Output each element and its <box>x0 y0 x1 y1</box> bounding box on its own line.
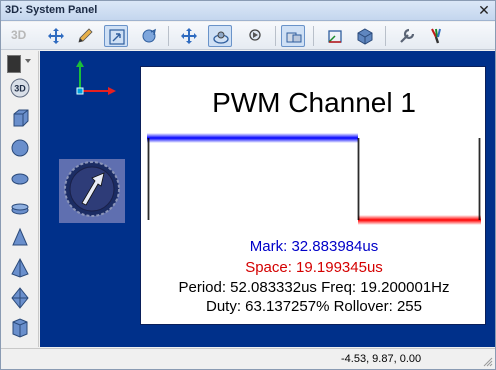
resize-icon <box>109 29 125 45</box>
pyramid-shape-button[interactable] <box>9 257 31 279</box>
move-icon <box>48 28 64 44</box>
toolbar-separator <box>275 26 276 46</box>
space-readout: Space: 19.199345us <box>245 259 383 276</box>
status-bar: -4.53, 9.87, 0.00 <box>1 348 495 369</box>
cursor-coordinates: -4.53, 9.87, 0.00 <box>341 353 422 365</box>
period-freq-readout: Period: 52.083332us Freq: 19.200001Hz <box>178 279 450 296</box>
falling-edge <box>357 138 360 220</box>
octahedron-shape-button[interactable] <box>9 287 31 309</box>
window-title: 3D: System Panel <box>5 4 98 16</box>
toolbar-separator <box>313 26 314 46</box>
cube-view-button[interactable] <box>353 25 377 47</box>
frame-view-button[interactable] <box>323 25 347 47</box>
paint-icon <box>431 28 441 44</box>
color-picker[interactable] <box>7 55 21 73</box>
view-3d-button[interactable]: 3D <box>9 77 31 99</box>
dial-knob-icon[interactable] <box>59 159 125 223</box>
rotate-icon <box>142 28 156 43</box>
prism-shape-button[interactable] <box>9 317 31 339</box>
rotate-tool-button[interactable] <box>137 25 161 47</box>
toolbar: 3D <box>1 22 495 50</box>
zoom-icon <box>249 29 261 41</box>
cube-view-icon <box>357 28 373 45</box>
sphere-shape-button[interactable] <box>9 137 31 159</box>
panel-title: PWM Channel 1 <box>212 87 416 118</box>
ellipsoid-icon <box>11 173 29 185</box>
ellipsoid-shape-button[interactable] <box>9 167 31 189</box>
resize-tool-button[interactable] <box>104 25 128 47</box>
paint-button[interactable] <box>425 25 449 47</box>
pencil-icon <box>78 28 93 43</box>
pencil-tool-button[interactable] <box>73 25 97 47</box>
view-3d-label: 3D <box>14 84 26 94</box>
pwm-panel: PWM Channel 1 Mark: 32.883984us Space: 1… <box>140 66 486 325</box>
pwm-waveform <box>147 133 481 225</box>
cone-shape-button[interactable] <box>9 227 31 249</box>
close-button[interactable]: ✕ <box>476 3 492 18</box>
3d-viewport[interactable]: PWM Channel 1 Mark: 32.883984us Space: 1… <box>40 51 495 347</box>
shape-toolbar: 3D <box>1 51 39 347</box>
resize-grip-icon[interactable] <box>483 357 493 367</box>
prism-icon <box>12 318 28 338</box>
cone-icon <box>12 227 28 246</box>
toolbar-separator <box>168 26 169 46</box>
axis-gizmo-icon <box>76 60 116 95</box>
zoom-tool-button[interactable] <box>244 25 268 47</box>
frame-icon <box>328 30 342 43</box>
orbit-tool-button[interactable] <box>208 25 232 47</box>
disc-icon <box>11 203 29 215</box>
view-3d-icon: 3D <box>10 78 30 98</box>
chevron-down-icon[interactable] <box>25 59 31 63</box>
pan-icon <box>181 28 197 44</box>
panel-icon <box>286 32 302 43</box>
disc-shape-button[interactable] <box>9 197 31 219</box>
sphere-icon <box>11 139 29 157</box>
title-bar[interactable]: 3D: System Panel ✕ <box>1 1 495 21</box>
move-tool-button[interactable] <box>44 25 68 47</box>
period-edge <box>478 138 481 220</box>
mode-3d-label: 3D <box>11 28 27 42</box>
rising-edge <box>147 138 150 220</box>
system-panel-window: 3D: System Panel ✕ 3D 3D PWM Channel 1 M… <box>0 0 496 370</box>
octahedron-icon <box>11 287 29 309</box>
orbit-icon <box>213 31 229 44</box>
space-level-line <box>358 215 481 225</box>
cube-icon <box>13 109 29 127</box>
pyramid-icon <box>11 257 29 278</box>
panel-view-button[interactable] <box>281 25 305 47</box>
pan-tool-button[interactable] <box>177 25 201 47</box>
settings-button[interactable] <box>395 25 419 47</box>
duty-rollover-readout: Duty: 63.137257% Rollover: 255 <box>206 298 422 315</box>
cube-shape-button[interactable] <box>9 107 31 129</box>
mark-level-line <box>147 133 358 143</box>
mark-readout: Mark: 32.883984us <box>249 238 379 255</box>
wrench-icon <box>400 28 415 43</box>
toolbar-separator <box>385 26 386 46</box>
